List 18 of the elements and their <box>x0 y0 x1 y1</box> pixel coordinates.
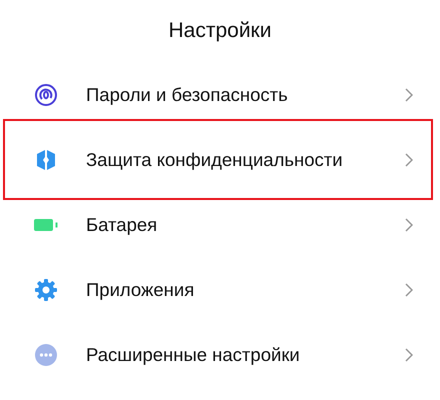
settings-row[interactable]: Расширенные настройки <box>3 322 433 387</box>
shield-icon <box>34 148 58 172</box>
chevron-icon <box>405 348 413 362</box>
chevron-icon <box>405 218 413 232</box>
settings-icon <box>34 278 58 302</box>
row-label: Защита конфиденциальности <box>86 148 344 170</box>
chevron-icon <box>405 282 413 296</box>
chevron-icon <box>405 88 413 102</box>
highlight-frame[interactable]: Защита конфиденциальности <box>3 119 433 200</box>
row-label: Батарея <box>86 214 158 236</box>
row-label: Приложения <box>86 278 196 300</box>
settings-row[interactable]: Приложения <box>3 257 433 322</box>
fingerprint-icon <box>34 82 58 106</box>
row-label: Пароли и безопасность <box>86 84 289 106</box>
row-label: Расширенные настройки <box>86 344 301 366</box>
page-title: Настройки <box>168 18 272 42</box>
more-icon <box>34 342 58 366</box>
chevron-icon <box>405 152 413 166</box>
